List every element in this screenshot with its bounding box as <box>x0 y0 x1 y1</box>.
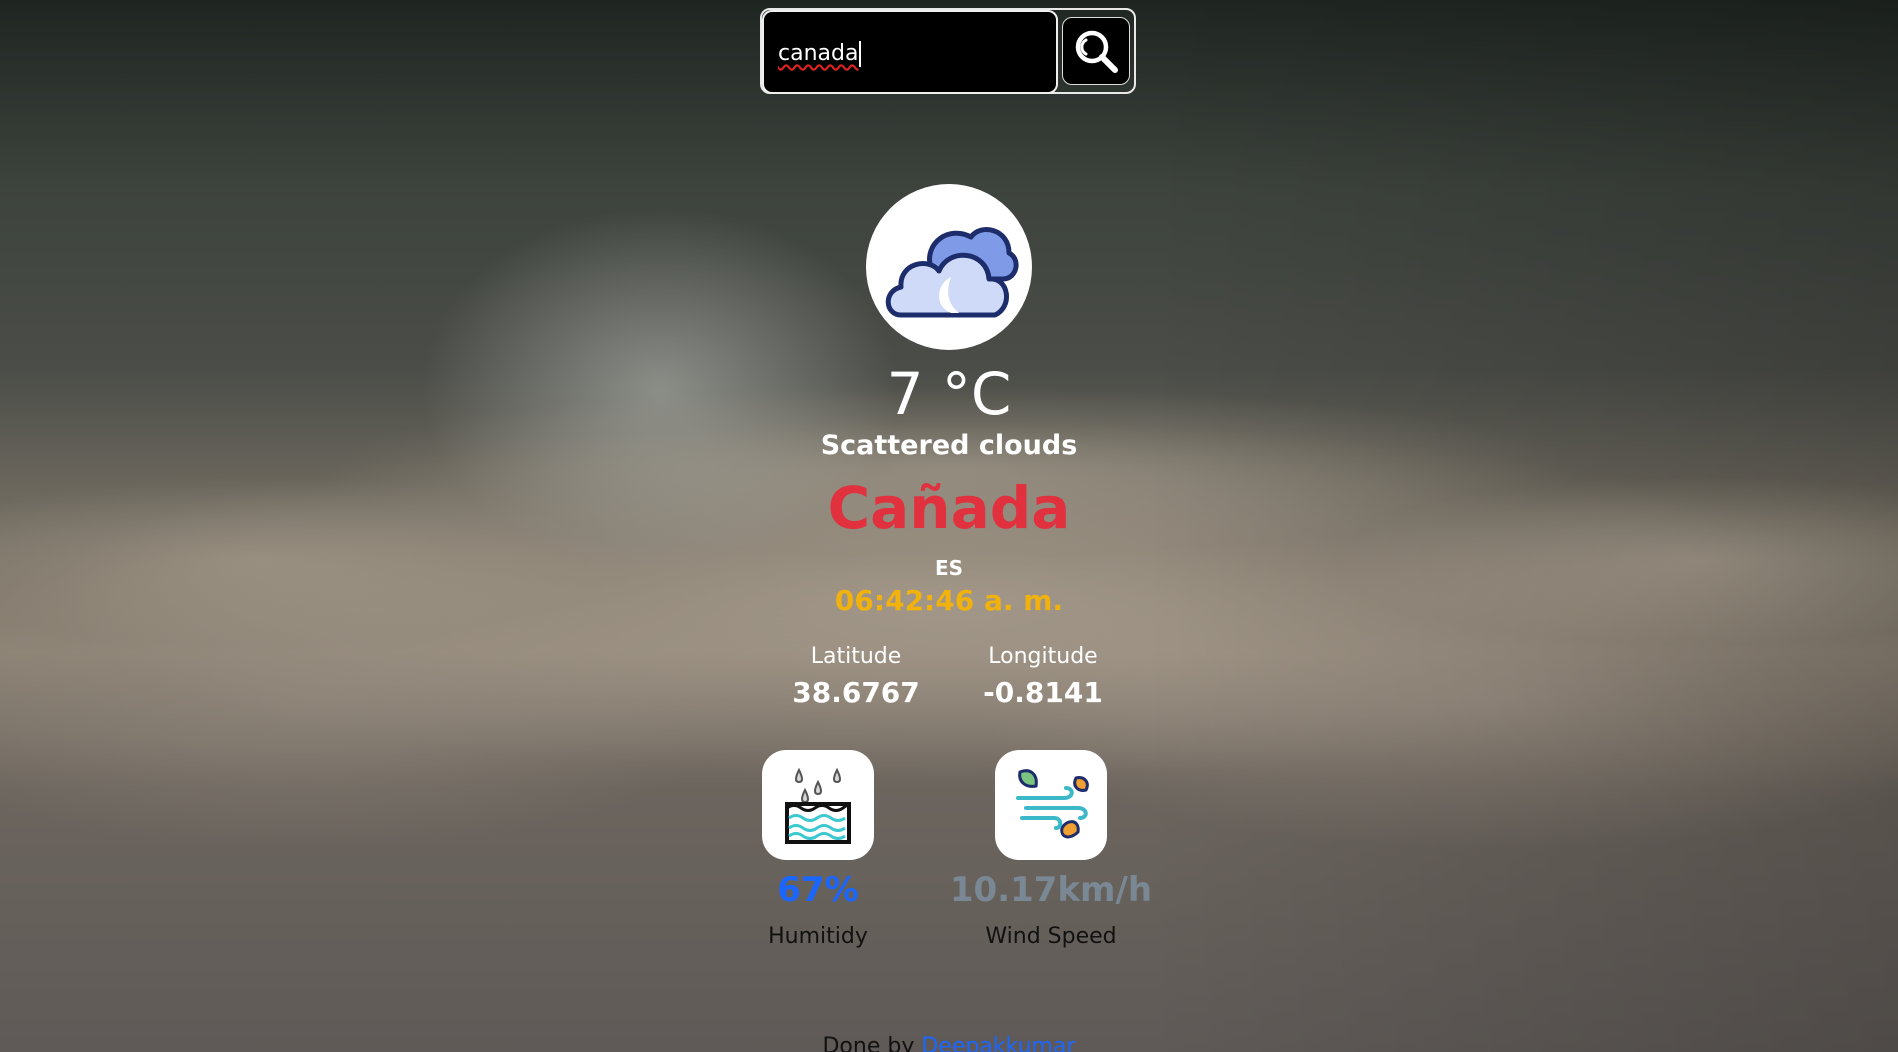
wind-icon <box>1016 769 1089 839</box>
search-icon <box>1075 30 1118 73</box>
search-button[interactable] <box>1062 17 1130 85</box>
footer: Done by Deepakkumar <box>0 1034 1898 1052</box>
weather-icon-circle <box>866 184 1032 350</box>
longitude-value: -0.8141 <box>983 676 1103 709</box>
longitude-label: Longitude <box>988 644 1098 669</box>
search-input[interactable]: canada <box>762 10 1058 94</box>
search-input-value: canada <box>778 41 859 66</box>
humidity-icon-card <box>762 750 874 860</box>
author-link[interactable]: Deepakkumar <box>921 1034 1075 1052</box>
local-time: 06:42:46 a. m. <box>834 584 1064 617</box>
latitude-value: 38.6767 <box>792 676 920 709</box>
wind-icon-card <box>995 750 1107 860</box>
wind-speed-label: Wind Speed <box>985 924 1117 949</box>
text-caret <box>859 41 862 67</box>
search-bar: canada <box>760 8 1136 94</box>
city-name: Cañada <box>827 474 1071 542</box>
humidity-value: 67% <box>777 870 859 910</box>
country-code: ES <box>934 556 964 580</box>
wind-speed-value: 10.17km/h <box>949 870 1153 910</box>
humidity-icon <box>785 767 851 844</box>
latitude-label: Latitude <box>810 644 902 669</box>
temperature: 7 °C <box>886 360 1012 428</box>
partly-cloudy-icon <box>885 227 1019 318</box>
weather-description: Scattered clouds <box>820 430 1078 461</box>
footer-prefix: Done by <box>822 1034 915 1052</box>
humidity-label: Humitidy <box>768 924 868 949</box>
